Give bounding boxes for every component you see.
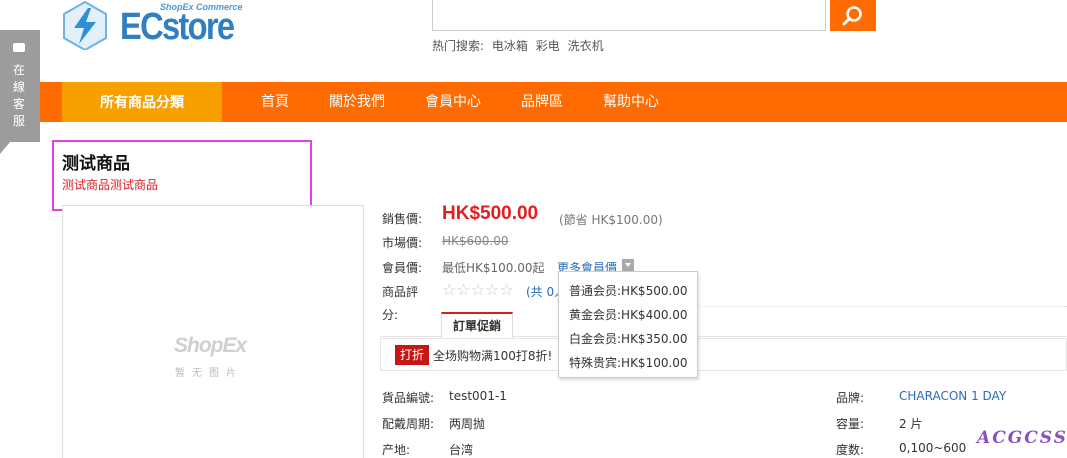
spec-label: 度数: bbox=[836, 443, 865, 457]
save-amount: (節省 HK$100.00) bbox=[559, 211, 663, 228]
watermark: ACGCSS bbox=[977, 428, 1067, 448]
brand-link[interactable]: CHARACON 1 DAY bbox=[899, 389, 1006, 403]
hot-search-term[interactable]: 彩电 bbox=[536, 39, 560, 53]
chat-bubble-icon bbox=[13, 43, 25, 52]
tab-order-promo[interactable]: 訂單促銷 bbox=[441, 312, 513, 338]
product-subtitle: 测试商品测试商品 bbox=[62, 178, 159, 192]
sale-price-label: 銷售價: bbox=[382, 212, 423, 226]
chevron-down-icon[interactable] bbox=[622, 259, 634, 271]
spec-label: 配戴周期: bbox=[382, 417, 435, 431]
member-price: 最低HK$100.00起 bbox=[442, 261, 545, 275]
spec-value: 2 片 bbox=[899, 417, 923, 431]
hot-search-term[interactable]: 洗衣机 bbox=[568, 39, 604, 53]
hot-search-term[interactable]: 电冰箱 bbox=[492, 39, 528, 53]
lightning-logo-icon bbox=[63, 0, 107, 50]
main-nav: 所有商品分類 首頁 關於我們 會員中心 品牌區 幫助中心 bbox=[40, 82, 1067, 122]
site-logo[interactable]: ShopEx Commerce ECstore bbox=[60, 0, 243, 52]
market-price-label: 市場價: bbox=[382, 236, 423, 250]
tab-notch bbox=[0, 142, 10, 154]
product-title: 测试商品 bbox=[62, 154, 130, 174]
promo-text: 全场购物满100打8折! bbox=[433, 349, 553, 363]
search-input[interactable] bbox=[432, 0, 826, 31]
nav-all-categories[interactable]: 所有商品分類 bbox=[62, 82, 222, 122]
no-image-caption: 暂无图片 bbox=[175, 368, 243, 379]
product-image[interactable]: ShopEx 暂无图片 bbox=[62, 205, 364, 458]
market-price: HK$600.00 bbox=[442, 234, 509, 248]
nav-item-about[interactable]: 關於我們 bbox=[329, 82, 385, 122]
member-price-dropdown: 普通会员:HK$500.00 黄金会员:HK$400.00 白金会员:HK$35… bbox=[558, 271, 698, 378]
search-icon bbox=[842, 5, 862, 25]
page: ShopEx Commerce ECstore 热门搜索: 电冰箱 彩电 洗衣机… bbox=[0, 0, 1067, 458]
discount-badge: 打折 bbox=[395, 345, 430, 365]
placeholder-logo: ShopEx bbox=[174, 334, 247, 357]
save-value: HK$100.00 bbox=[591, 213, 659, 227]
search-button[interactable] bbox=[830, 0, 876, 31]
spec-value: 0,100~600 bbox=[899, 441, 967, 455]
review-label: 商品評 bbox=[382, 285, 419, 299]
member-price-label: 會員價: bbox=[382, 261, 423, 275]
hot-search-label: 热门搜索: bbox=[432, 39, 485, 53]
spec-value: 台湾 bbox=[449, 443, 474, 457]
save-prefix: (節省 bbox=[559, 213, 592, 227]
hot-search: 热门搜索: 电冰箱 彩电 洗衣机 bbox=[432, 37, 608, 54]
nav-item-help[interactable]: 幫助中心 bbox=[603, 82, 659, 122]
rating-stars-icon: ☆☆☆☆☆ bbox=[442, 280, 514, 299]
save-suffix: ) bbox=[658, 213, 663, 227]
member-price-item: 白金会员:HK$350.00 bbox=[569, 332, 688, 346]
nav-item-member[interactable]: 會員中心 bbox=[425, 82, 481, 122]
review-label-cont: 分: bbox=[382, 308, 399, 322]
spec-label: 产地: bbox=[382, 443, 411, 457]
logo-name: ECstore bbox=[120, 6, 235, 48]
member-price-item: 特殊贵宾:HK$100.00 bbox=[569, 356, 688, 370]
sale-price: HK$500.00 bbox=[442, 203, 539, 224]
spec-label: 貨品編號: bbox=[382, 391, 435, 405]
divider bbox=[700, 306, 1067, 307]
online-service-label: 在線客服 bbox=[12, 63, 25, 128]
member-price-item: 黄金会员:HK$400.00 bbox=[569, 308, 688, 322]
nav-item-home[interactable]: 首頁 bbox=[261, 82, 289, 122]
spec-value: 两周抛 bbox=[449, 417, 486, 431]
nav-item-brands[interactable]: 品牌區 bbox=[521, 82, 563, 122]
spec-value: test001-1 bbox=[449, 389, 507, 403]
member-price-item: 普通会员:HK$500.00 bbox=[569, 284, 688, 298]
promo-box: 打折 全场购物满100打8折! bbox=[380, 338, 1067, 371]
spec-label: 品牌: bbox=[836, 391, 865, 405]
online-service-tab[interactable]: 在線客服 bbox=[0, 30, 40, 154]
spec-label: 容量: bbox=[836, 417, 865, 431]
